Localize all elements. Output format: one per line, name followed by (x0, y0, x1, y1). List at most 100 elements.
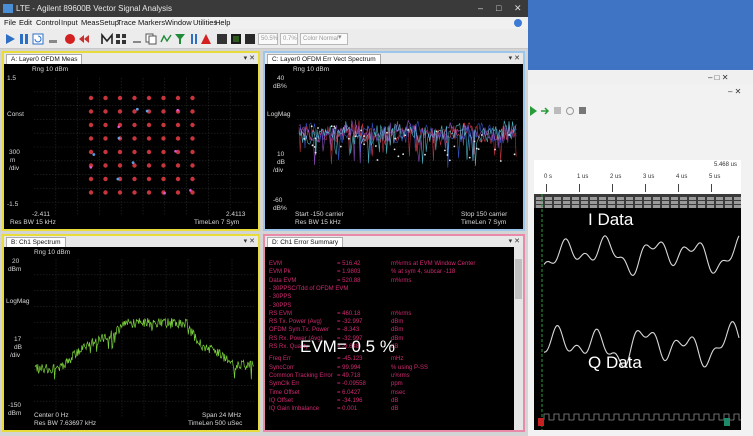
tab-spectrum[interactable]: B: Ch1 Spectrum (6, 237, 66, 247)
constellation-pilot-point (116, 177, 120, 181)
summary-unit: dBm (391, 327, 404, 334)
constellation-point (132, 109, 137, 114)
step-icon[interactable] (47, 33, 59, 45)
panel-c-ytop-0: 40 (277, 75, 285, 82)
menu-input[interactable]: Input (61, 17, 78, 29)
summary-unit: msec (391, 389, 406, 396)
evs-point (448, 159, 451, 162)
summary-value: = 516.42 (337, 261, 361, 267)
err-vect-plot (265, 64, 523, 229)
tab-err-vect-spectrum[interactable]: C: Layer0 OFDM Err Vect Spectrum (267, 54, 381, 64)
spectrum-plot (4, 247, 258, 430)
panel-b-yscale-1: dB (14, 344, 22, 351)
constellation-point (146, 190, 152, 195)
display-icon[interactable] (216, 33, 228, 45)
constellation-point (103, 163, 108, 168)
help-icon[interactable] (514, 19, 522, 27)
display-dark-icon[interactable] (244, 33, 256, 45)
bus-segment (671, 197, 678, 200)
stop-icon[interactable] (554, 107, 561, 114)
panel-b-yscale-2: /div (10, 352, 21, 359)
filter-icon[interactable] (174, 33, 186, 45)
trace-icon[interactable] (160, 33, 172, 45)
restart-icon[interactable] (32, 33, 44, 45)
summary-value: = -45.123 (337, 356, 363, 363)
copy-icon[interactable] (145, 33, 157, 45)
app-icon (3, 4, 13, 13)
ruler-tick (678, 184, 679, 192)
title-bar: LTE - Agilent 89600B Vector Signal Analy… (0, 0, 528, 17)
minimize-button[interactable]: – (478, 0, 483, 17)
bus-segment (554, 205, 561, 208)
panel-a-yname: Const (7, 111, 24, 118)
panel-b-tabbar: B: Ch1 Spectrum ▾ ✕ (4, 236, 258, 247)
tab-constellation[interactable]: A: Layer0 OFDM Meas (6, 54, 83, 64)
panel-a-yscale-2: /div (9, 165, 20, 172)
summary-value: = 99.994 (337, 364, 361, 371)
panel-a-controls[interactable]: ▾ ✕ (244, 53, 255, 64)
tab-error-summary[interactable]: D: Ch1 Error Summary (267, 237, 344, 247)
constellation-point (103, 149, 108, 155)
second-window-controls[interactable]: – □ ✕ (708, 73, 728, 82)
bus-segment (698, 197, 705, 200)
zoom-field[interactable]: 50.5% (258, 33, 278, 45)
bus-segment (572, 197, 579, 200)
pause-icon[interactable] (18, 33, 30, 45)
rewind-icon[interactable] (78, 33, 90, 45)
end-marker-icon[interactable] (724, 418, 730, 426)
chevron-down-icon[interactable]: ▾ (338, 33, 342, 41)
menu-edit[interactable]: Edit (19, 17, 32, 29)
menu-control[interactable]: Control (36, 17, 60, 29)
settings-icon[interactable] (566, 107, 574, 115)
summary-unit: ppm (391, 381, 403, 388)
arrow-marker-icon[interactable] (200, 33, 212, 45)
pause-trace-icon[interactable] (188, 33, 200, 45)
menu-meassetup[interactable]: MeasSetup (81, 17, 119, 29)
summary-label: - 30PPSC/Tdd of OFDM EVM (269, 285, 349, 292)
bus-segment (662, 197, 669, 200)
play-icon[interactable] (4, 33, 16, 45)
panel-c-controls[interactable]: ▾ ✕ (509, 53, 520, 64)
layout-icon[interactable] (131, 33, 143, 45)
menu-trace[interactable]: Trace (117, 17, 136, 29)
constellation-point (161, 176, 166, 182)
summary-label: EVM Pk (269, 269, 291, 276)
constellation-point (175, 176, 181, 182)
record-square-icon[interactable] (579, 107, 586, 114)
evs-point (397, 155, 400, 158)
record-icon[interactable] (64, 33, 76, 45)
panel-c-xright: Stop 150 carrier (461, 211, 508, 218)
scrollbar[interactable] (514, 247, 523, 430)
constellation-point (146, 163, 152, 168)
constellation-point (146, 149, 152, 155)
grid-icon[interactable] (115, 33, 127, 45)
cursor-marker-icon[interactable] (538, 418, 544, 426)
run-icon[interactable] (530, 106, 537, 116)
percent-field[interactable]: 0.7% (280, 33, 298, 45)
bus-segment (716, 197, 723, 200)
constellation-point (146, 122, 152, 128)
evs-point (475, 147, 478, 150)
constellation-point (103, 122, 108, 128)
workspace: A: Layer0 OFDM Meas ▾ ✕ Rng 10 dBm 1.5 C… (0, 49, 528, 436)
panel-b-controls[interactable]: ▾ ✕ (244, 236, 255, 247)
menu-window[interactable]: Window (165, 17, 192, 29)
menu-markers[interactable]: Markers (138, 17, 165, 29)
display-alt-icon[interactable] (230, 33, 242, 45)
marker-icon[interactable] (101, 33, 113, 45)
evs-point (310, 125, 313, 128)
scrollbar-thumb[interactable] (515, 259, 522, 299)
menu-utilities[interactable]: Utilities (193, 17, 217, 29)
close-button[interactable]: ✕ (514, 0, 522, 17)
menu-help[interactable]: Help (215, 17, 230, 29)
panel-d-controls[interactable]: ▾ ✕ (509, 236, 520, 247)
constellation-point (190, 136, 195, 141)
constellation-point (117, 95, 123, 101)
menu-file[interactable]: File (4, 17, 16, 29)
second-window-inner-controls[interactable]: – ✕ (728, 87, 741, 96)
evs-point (376, 159, 379, 161)
panel-spectrum: B: Ch1 Spectrum ▾ ✕ Rng 10 dBm 20 dBm Lo… (2, 234, 260, 432)
step-forward-icon[interactable] (541, 107, 550, 115)
constellation-point (117, 163, 123, 168)
maximize-button[interactable]: □ (496, 0, 501, 17)
